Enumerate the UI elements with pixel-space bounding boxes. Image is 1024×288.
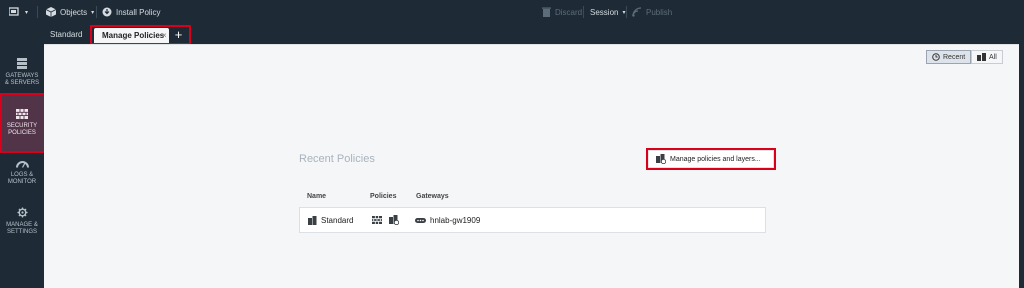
all-label: All bbox=[989, 53, 997, 61]
sidebar-item-label: LOGS & bbox=[10, 172, 34, 178]
gear-icon bbox=[16, 207, 28, 218]
discard-label: Discard bbox=[555, 7, 583, 17]
toolbar-divider bbox=[37, 6, 38, 18]
install-icon bbox=[102, 7, 112, 17]
recent-label: Recent bbox=[943, 53, 966, 61]
manage-policies-layers-button[interactable]: Manage policies and layers... bbox=[648, 150, 774, 168]
policy-package-icon bbox=[308, 215, 317, 225]
main-content bbox=[44, 44, 1019, 288]
install-policy-button[interactable]: Install Policy bbox=[102, 0, 160, 24]
policy-name: Standard bbox=[321, 215, 354, 225]
threat-prevention-icon[interactable] bbox=[389, 215, 399, 225]
publish-icon bbox=[632, 7, 642, 17]
install-policy-label: Install Policy bbox=[116, 7, 161, 17]
sidebar-item-label: GATEWAYS bbox=[5, 73, 39, 79]
sidebar-item-label: SECURITY bbox=[6, 123, 38, 129]
recent-toggle-button[interactable]: Recent bbox=[926, 50, 972, 64]
app-menu-button[interactable]: ▾ bbox=[9, 0, 28, 24]
discard-button[interactable]: Discard bbox=[542, 0, 582, 24]
policy-package-icon bbox=[977, 53, 986, 61]
close-tab-icon[interactable]: × bbox=[162, 28, 167, 44]
add-tab-button[interactable]: + bbox=[172, 28, 185, 42]
column-header-policies: Policies bbox=[370, 193, 397, 200]
chevron-down-icon: ▾ bbox=[25, 9, 29, 16]
recent-policies-title: Recent Policies bbox=[299, 153, 375, 165]
gateway-icon bbox=[415, 217, 426, 223]
chevron-down-icon: ▾ bbox=[91, 9, 95, 16]
all-toggle-button[interactable]: All bbox=[971, 50, 1003, 64]
sidebar-item-label: MONITOR bbox=[7, 179, 37, 185]
policies-cell bbox=[372, 208, 399, 232]
app-menu-icon bbox=[9, 7, 19, 16]
top-toolbar: ▾ Objects ▾ Install Policy Discard Sessi… bbox=[0, 0, 1024, 24]
column-header-gateways: Gateways bbox=[416, 193, 449, 200]
cube-icon bbox=[46, 7, 56, 17]
sidebar-item-security-policies[interactable]: SECURITY POLICIES bbox=[0, 95, 44, 152]
toolbar-divider bbox=[96, 6, 97, 18]
tab-standard[interactable]: Standard bbox=[50, 27, 82, 42]
sidebar-item-label: MANAGE & bbox=[6, 222, 38, 228]
sidebar-item-gateways-servers[interactable]: GATEWAYS & SERVERS bbox=[0, 58, 44, 92]
trash-icon bbox=[542, 7, 551, 17]
session-menu-button[interactable]: Session ▾ bbox=[590, 0, 625, 24]
publish-label: Publish bbox=[646, 7, 673, 17]
tab-manage-policies[interactable]: Manage Policies bbox=[94, 28, 169, 44]
publish-button[interactable]: Publish bbox=[632, 0, 672, 24]
sidebar-item-label: & SERVERS bbox=[4, 80, 40, 86]
clock-icon bbox=[932, 53, 940, 61]
column-header-name: Name bbox=[307, 193, 327, 200]
manage-policies-label: Manage policies and layers... bbox=[670, 155, 761, 163]
sidebar-item-label: POLICIES bbox=[8, 130, 36, 136]
gateway-cell[interactable]: hnlab-gw1909 bbox=[415, 208, 480, 232]
servers-icon bbox=[17, 58, 27, 69]
firewall-icon bbox=[16, 109, 28, 119]
objects-label: Objects bbox=[60, 7, 88, 17]
gateway-name: hnlab-gw1909 bbox=[430, 215, 481, 225]
objects-menu-button[interactable]: Objects ▾ bbox=[46, 0, 94, 24]
sidebar-item-manage-settings[interactable]: MANAGE & SETTINGS bbox=[0, 207, 44, 241]
sidebar-item-label: SETTINGS bbox=[6, 229, 37, 235]
sidebar-item-logs-monitor[interactable]: LOGS & MONITOR bbox=[0, 160, 44, 194]
gauge-icon bbox=[15, 161, 29, 168]
firewall-icon[interactable] bbox=[372, 216, 382, 224]
policy-package-icon bbox=[656, 154, 666, 164]
table-row[interactable]: Standard hnlab-gw1909 bbox=[299, 207, 766, 233]
toolbar-divider bbox=[583, 6, 584, 18]
session-label: Session bbox=[590, 7, 619, 17]
policy-name-cell[interactable]: Standard bbox=[308, 208, 353, 232]
toolbar-divider bbox=[626, 6, 627, 18]
